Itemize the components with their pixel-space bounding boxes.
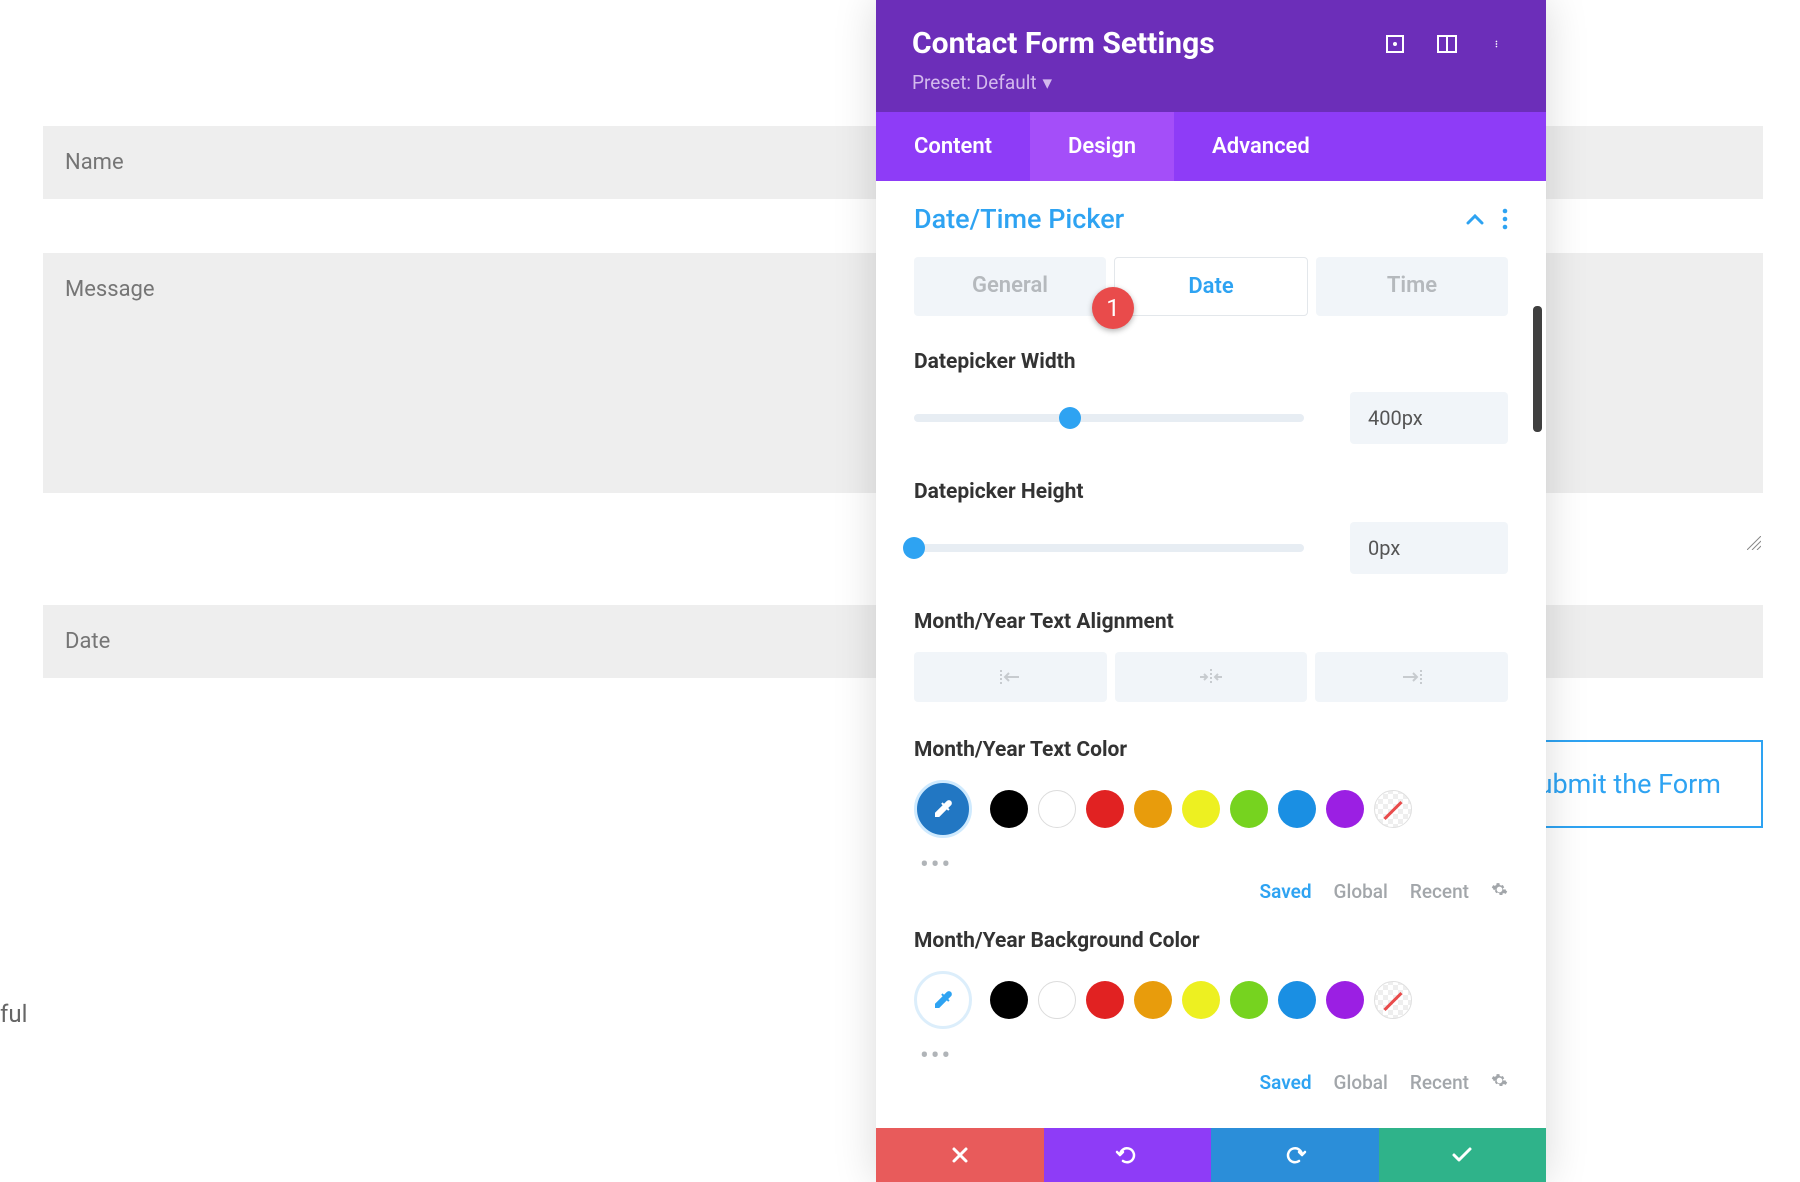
save-button[interactable] [1379,1128,1547,1182]
color-settings-icon-2[interactable] [1491,1071,1508,1094]
control-text-color: Month/Year Text Color ••• Saved Global [914,738,1508,903]
collapse-icon[interactable] [1466,209,1484,230]
color-saved-tab-2[interactable]: Saved [1260,1071,1312,1094]
panel-footer [876,1128,1546,1182]
swatch-purple-2[interactable] [1326,981,1364,1019]
color-saved-tab[interactable]: Saved [1260,880,1312,903]
tab-content[interactable]: Content [876,112,1030,181]
partial-offscreen-text: ful [0,1000,27,1028]
preset-dropdown[interactable]: Preset: Default ▾ [912,71,1510,94]
subtabs: General Date Time [914,257,1508,316]
swatch-orange[interactable] [1134,790,1172,828]
swatch-none-2[interactable] [1374,981,1412,1019]
swatch-green-2[interactable] [1230,981,1268,1019]
text-color-more-icon[interactable]: ••• [920,850,1508,880]
swatch-white-2[interactable] [1038,981,1076,1019]
scrollbar-thumb[interactable] [1533,306,1542,432]
resize-handle-icon[interactable] [1747,535,1761,549]
caret-down-icon: ▾ [1043,71,1053,94]
settings-panel: Contact Form Settings Preset: Default ▾ … [876,0,1546,1182]
height-slider[interactable] [914,544,1304,552]
control-bg-color: Month/Year Background Color ••• Saved Gl… [914,929,1508,1094]
subtab-date[interactable]: Date [1114,257,1308,316]
height-slider-thumb[interactable] [903,537,925,559]
eyedropper-text-color[interactable] [914,780,972,838]
swatch-black-2[interactable] [990,981,1028,1019]
bg-color-swatches [914,971,1508,1029]
section-title[interactable]: Date/Time Picker [914,203,1124,235]
expand-icon[interactable] [1384,33,1406,55]
color-global-tab[interactable]: Global [1334,880,1388,903]
align-center-button[interactable] [1115,652,1308,702]
width-slider-thumb[interactable] [1059,407,1081,429]
more-icon[interactable] [1488,33,1510,55]
color-global-tab-2[interactable]: Global [1334,1071,1388,1094]
width-slider[interactable] [914,414,1304,422]
swatch-blue-2[interactable] [1278,981,1316,1019]
align-right-button[interactable] [1315,652,1508,702]
columns-icon[interactable] [1436,33,1458,55]
bg-color-label: Month/Year Background Color [914,929,1508,953]
subtab-time[interactable]: Time [1316,257,1508,316]
swatch-purple[interactable] [1326,790,1364,828]
swatch-blue[interactable] [1278,790,1316,828]
control-datepicker-width: Datepicker Width 400px [914,350,1508,444]
color-settings-icon[interactable] [1491,880,1508,903]
tab-design[interactable]: Design [1030,112,1174,181]
swatch-none[interactable] [1374,790,1412,828]
panel-title: Contact Form Settings [912,26,1215,61]
color-recent-tab[interactable]: Recent [1410,880,1469,903]
width-label: Datepicker Width [914,350,1508,374]
panel-body: Date/Time Picker General Date Time Datep… [876,181,1546,1128]
align-left-button[interactable] [914,652,1107,702]
swatch-red-2[interactable] [1086,981,1124,1019]
swatch-green[interactable] [1230,790,1268,828]
annotation-badge-1: 1 [1092,287,1134,329]
height-value-input[interactable]: 0px [1350,522,1508,574]
eyedropper-bg-color[interactable] [914,971,972,1029]
redo-button[interactable] [1211,1128,1379,1182]
color-recent-tab-2[interactable]: Recent [1410,1071,1469,1094]
text-color-swatches [914,780,1508,838]
align-label: Month/Year Text Alignment [914,610,1508,634]
swatch-orange-2[interactable] [1134,981,1172,1019]
swatch-yellow[interactable] [1182,790,1220,828]
height-label: Datepicker Height [914,480,1508,504]
preset-label: Preset: Default [912,71,1037,94]
width-value-input[interactable]: 400px [1350,392,1508,444]
section-more-icon[interactable] [1502,208,1508,230]
bg-color-more-icon[interactable]: ••• [920,1041,1508,1071]
panel-tabs: Content Design Advanced [876,112,1546,181]
swatch-black[interactable] [990,790,1028,828]
tab-advanced[interactable]: Advanced [1174,112,1348,181]
swatch-white[interactable] [1038,790,1076,828]
subtab-general[interactable]: General [914,257,1106,316]
swatch-yellow-2[interactable] [1182,981,1220,1019]
control-text-alignment: Month/Year Text Alignment [914,610,1508,702]
text-color-label: Month/Year Text Color [914,738,1508,762]
control-datepicker-height: Datepicker Height 0px [914,480,1508,574]
cancel-button[interactable] [876,1128,1044,1182]
undo-button[interactable] [1044,1128,1212,1182]
swatch-red[interactable] [1086,790,1124,828]
panel-header: Contact Form Settings Preset: Default ▾ [876,0,1546,112]
